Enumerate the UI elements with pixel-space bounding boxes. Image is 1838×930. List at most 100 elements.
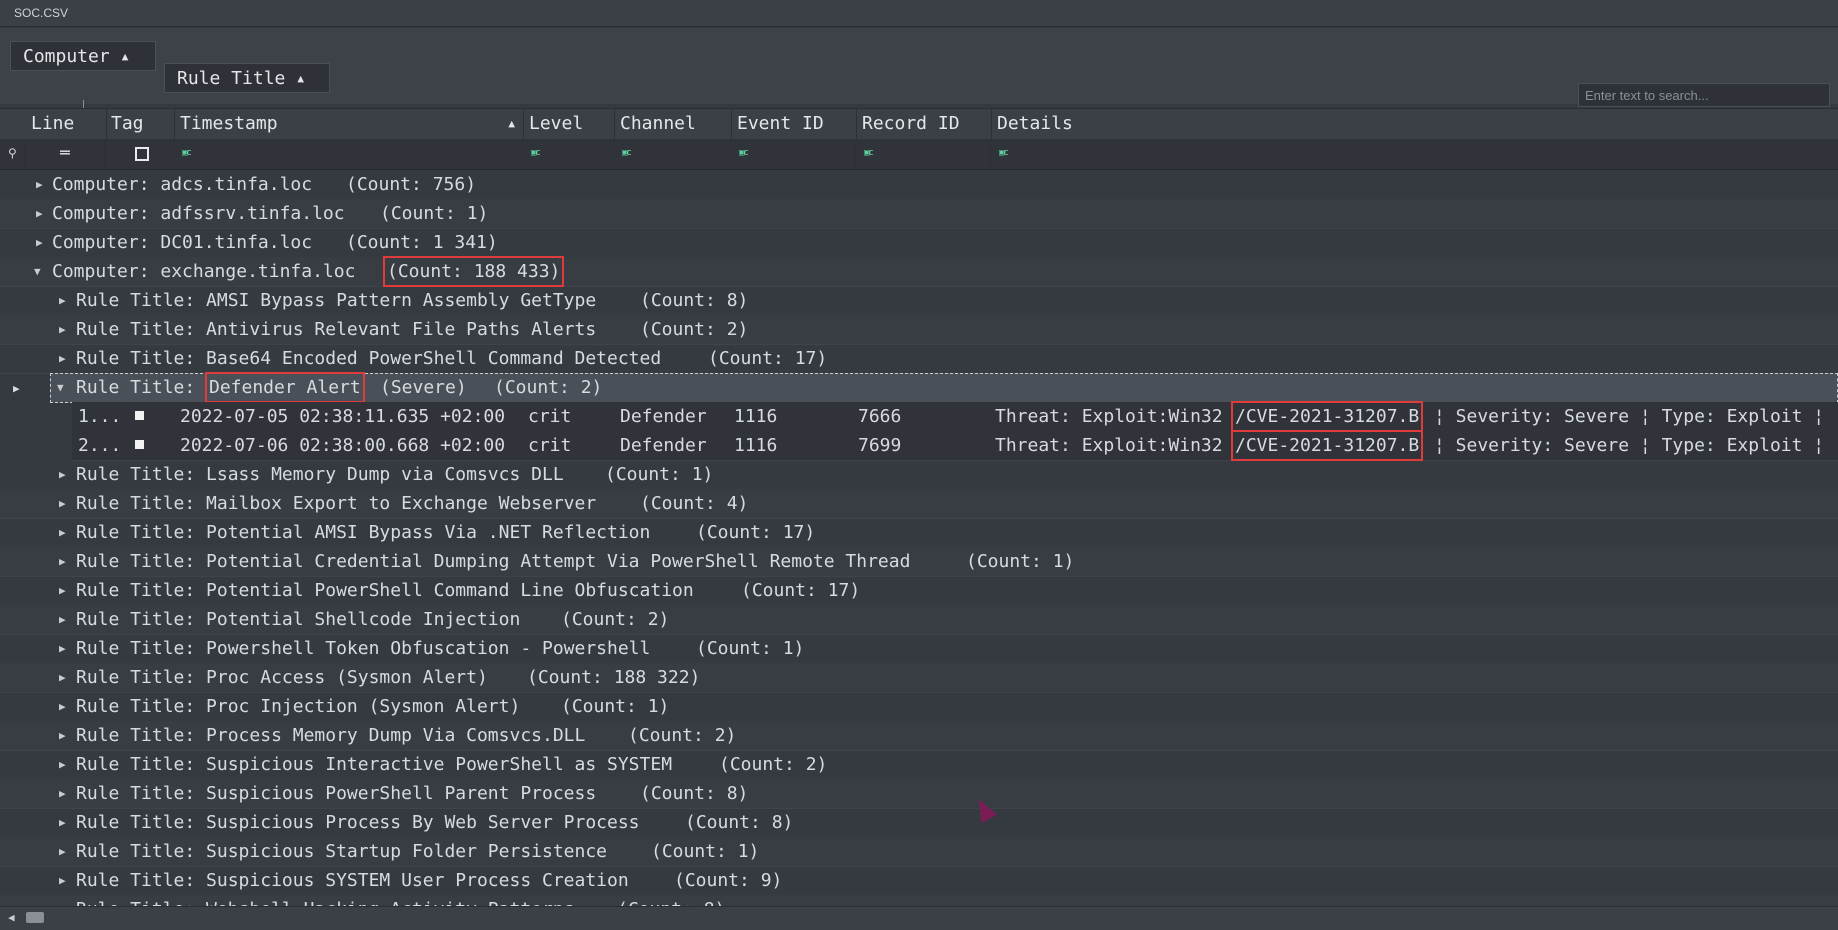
expand-icon[interactable]: ▶ xyxy=(59,721,66,750)
filter-event-id[interactable]: c xyxy=(731,139,856,169)
event-row[interactable]: 2... 2022-07-06 02:38:00.668 +02:00 crit… xyxy=(72,430,1838,461)
expand-icon[interactable]: ▶ xyxy=(59,489,66,518)
rule-count: (Count: 4) xyxy=(640,493,749,514)
collapse-icon[interactable]: ▼ xyxy=(34,257,41,286)
expand-icon[interactable]: ▶ xyxy=(59,547,66,576)
rule-count: (Count: 17) xyxy=(708,348,828,369)
filter-level[interactable]: c xyxy=(523,139,614,169)
rule-row[interactable]: ▶ Rule Title: Mailbox Export to Exchange… xyxy=(0,489,1838,519)
filter-line[interactable]: ═ xyxy=(25,139,105,169)
rule-row[interactable]: ▶ Rule Title: Suspicious SYSTEM User Pro… xyxy=(0,866,1838,896)
event-row[interactable]: 1... 2022-07-05 02:38:11.635 +02:00 crit… xyxy=(72,401,1838,432)
group-chip-computer[interactable]: Computer ▲ xyxy=(10,41,156,71)
sort-asc-icon[interactable]: ▲ xyxy=(297,72,304,85)
filter-icon[interactable]: c xyxy=(739,147,753,159)
column-header-channel[interactable]: Channel xyxy=(614,109,732,139)
rule-row[interactable]: ▶ Rule Title: Proc Access (Sysmon Alert)… xyxy=(0,663,1838,693)
column-header-line[interactable]: Line xyxy=(25,109,107,139)
expand-icon[interactable]: ▶ xyxy=(59,692,66,721)
horizontal-scrollbar[interactable]: ◀ xyxy=(0,906,1838,930)
rule-row[interactable]: ▶ Rule Title: Potential Credential Dumpi… xyxy=(0,547,1838,577)
expand-icon[interactable]: ▶ xyxy=(59,518,66,547)
rule-label: Rule Title: Suspicious Process By Web Se… xyxy=(76,812,640,833)
filter-icon[interactable]: c xyxy=(999,147,1013,159)
collapse-icon[interactable]: ▼ xyxy=(57,373,64,402)
expand-icon[interactable]: ▶ xyxy=(59,460,66,489)
rule-row[interactable]: ▶ Rule Title: Potential Shellcode Inject… xyxy=(0,605,1838,635)
expand-icon[interactable]: ▶ xyxy=(59,895,66,906)
rule-count: (Count: 2) xyxy=(640,319,749,340)
filter-tag[interactable] xyxy=(105,139,174,169)
rule-row[interactable]: ▶ Rule Title: Powershell Token Obfuscati… xyxy=(0,634,1838,664)
filter-details[interactable]: c xyxy=(991,139,1838,169)
expand-icon[interactable]: ▶ xyxy=(36,228,43,257)
rule-row[interactable]: ▶ Rule Title: Suspicious Startup Folder … xyxy=(0,837,1838,867)
rule-row-defender-alert[interactable]: ▼ Rule Title: Defender Alert (Severe) (C… xyxy=(50,372,1838,403)
rule-row[interactable]: ▶ Rule Title: Lsass Memory Dump via Coms… xyxy=(0,460,1838,490)
rule-count: (Count: 2) xyxy=(561,609,670,630)
sort-asc-icon[interactable]: ▲ xyxy=(122,50,129,63)
equals-icon[interactable]: ═ xyxy=(60,143,70,162)
row-tag-checkbox[interactable] xyxy=(135,411,144,420)
row-tag-checkbox[interactable] xyxy=(135,440,144,449)
filter-channel[interactable]: c xyxy=(614,139,731,169)
group-row-computer[interactable]: ▶ Computer: adfssrv.tinfa.loc (Count: 1) xyxy=(0,199,1838,229)
rule-row[interactable]: ▶ Rule Title: Potential AMSI Bypass Via … xyxy=(0,518,1838,548)
cell-details-prefix: Threat: Exploit:Win32 xyxy=(995,435,1223,456)
filter-icon[interactable]: c xyxy=(622,147,636,159)
expand-icon[interactable]: ▶ xyxy=(36,199,43,228)
column-header-timestamp[interactable]: Timestamp ▲ xyxy=(174,109,524,139)
expand-icon[interactable]: ▶ xyxy=(59,634,66,663)
expand-icon[interactable]: ▶ xyxy=(59,315,66,344)
rule-row[interactable]: ▶ Rule Title: Suspicious Process By Web … xyxy=(0,808,1838,838)
expand-icon[interactable]: ▶ xyxy=(59,663,66,692)
filter-icon[interactable]: c xyxy=(531,147,545,159)
expand-icon[interactable]: ▶ xyxy=(59,808,66,837)
rule-row[interactable]: ▶ Rule Title: Proc Injection (Sysmon Ale… xyxy=(0,692,1838,722)
expand-icon[interactable]: ▶ xyxy=(59,344,66,373)
column-header-level[interactable]: Level xyxy=(523,109,615,139)
group-row-computer-expanded[interactable]: ▼ Computer: exchange.tinfa.loc (Count: 1… xyxy=(0,256,1838,287)
tag-filter-checkbox[interactable] xyxy=(135,147,149,161)
cell-timestamp: 2022-07-05 02:38:11.635 +02:00 xyxy=(180,406,506,427)
group-chip-rule-title[interactable]: Rule Title ▲ xyxy=(164,63,330,93)
rule-row[interactable]: ▶ Rule Title: Process Memory Dump Via Co… xyxy=(0,721,1838,751)
group-row-computer[interactable]: ▶ Computer: adcs.tinfa.loc (Count: 756) xyxy=(0,170,1838,200)
filter-icon[interactable]: c xyxy=(182,147,196,159)
column-header-record-id[interactable]: Record ID xyxy=(856,109,992,139)
rule-row[interactable]: ▶ Rule Title: AMSI Bypass Pattern Assemb… xyxy=(0,286,1838,316)
column-header-tag[interactable]: Tag xyxy=(105,109,175,139)
expand-icon[interactable]: ▶ xyxy=(59,576,66,605)
rule-count: (Count: 8) xyxy=(640,290,749,311)
group-count: (Count: 1) xyxy=(380,203,489,224)
expand-icon[interactable]: ▶ xyxy=(59,866,66,895)
column-header-details[interactable]: Details xyxy=(991,109,1838,139)
rule-row[interactable]: ▶ Rule Title: Suspicious Interactive Pow… xyxy=(0,750,1838,780)
expand-icon[interactable]: ▶ xyxy=(36,170,43,199)
rule-row[interactable]: ▶ Rule Title: Webshell Hacking Activity … xyxy=(0,895,1838,906)
search-input[interactable] xyxy=(1578,83,1830,107)
rule-label-prefix: Rule Title: xyxy=(76,377,196,398)
column-header-event-id[interactable]: Event ID xyxy=(731,109,857,139)
expand-icon[interactable]: ▶ xyxy=(59,779,66,808)
rule-row[interactable]: ▶ Rule Title: Potential PowerShell Comma… xyxy=(0,576,1838,606)
pin-icon[interactable]: ⚲ xyxy=(8,146,17,160)
expand-icon[interactable]: ▶ xyxy=(59,837,66,866)
filter-timestamp[interactable]: c xyxy=(174,139,523,169)
scroll-left-icon[interactable]: ◀ xyxy=(8,911,15,924)
group-row-computer[interactable]: ▶ Computer: DC01.tinfa.loc (Count: 1 341… xyxy=(0,228,1838,258)
group-chip-computer-label: Computer xyxy=(23,46,110,67)
expand-icon[interactable]: ▶ xyxy=(59,286,66,315)
filter-record-id[interactable]: c xyxy=(856,139,991,169)
filter-pin-cell[interactable]: ⚲ xyxy=(0,139,25,169)
expand-icon[interactable]: ▶ xyxy=(59,605,66,634)
rule-row[interactable]: ▶ Rule Title: Suspicious PowerShell Pare… xyxy=(0,779,1838,809)
rule-label: Rule Title: Proc Access (Sysmon Alert) xyxy=(76,667,488,688)
filter-icon[interactable]: c xyxy=(864,147,878,159)
rule-row[interactable]: ▶ Rule Title: Antivirus Relevant File Pa… xyxy=(0,315,1838,345)
rule-row[interactable]: ▶ Rule Title: Base64 Encoded PowerShell … xyxy=(0,344,1838,374)
rule-name-highlighted: Defender Alert xyxy=(205,372,365,403)
expand-icon[interactable]: ▶ xyxy=(59,750,66,779)
rule-count: (Count: 17) xyxy=(741,580,861,601)
scrollbar-thumb[interactable] xyxy=(26,912,44,923)
